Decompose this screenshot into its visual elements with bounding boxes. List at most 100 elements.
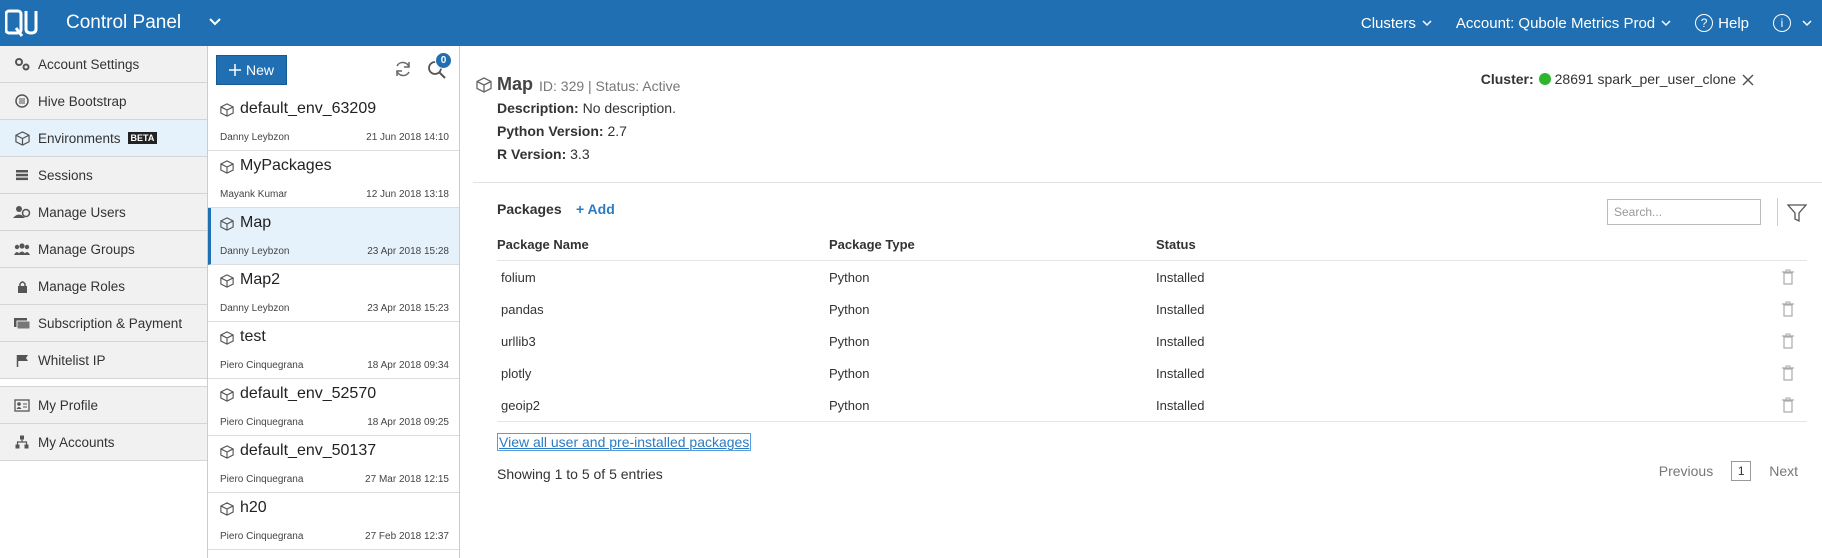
table-row: plotly Python Installed xyxy=(497,357,1807,389)
refresh-icon[interactable] xyxy=(393,59,413,79)
profile-icon xyxy=(12,398,32,412)
environment-list: default_env_63209 Danny Leybzon 21 Jun 2… xyxy=(208,94,459,550)
accounts-icon xyxy=(12,435,32,449)
close-icon[interactable] xyxy=(1740,72,1756,88)
cube-icon xyxy=(476,77,492,93)
cube-icon xyxy=(220,160,234,174)
beta-badge: BETA xyxy=(127,132,158,144)
sidebar-item-hive-bootstrap[interactable]: Hive Bootstrap xyxy=(0,83,207,120)
environment-date: 18 Apr 2018 09:34 xyxy=(367,360,449,371)
cube-icon xyxy=(220,331,234,345)
filter-icon[interactable] xyxy=(1787,203,1807,223)
environment-name: Map2 xyxy=(240,271,281,288)
trash-icon[interactable] xyxy=(1781,333,1795,349)
column-header-package-type[interactable]: Package Type xyxy=(829,237,915,252)
chevron-down-icon xyxy=(1802,20,1812,27)
environment-title: Map xyxy=(497,74,533,94)
clusters-menu[interactable]: Clusters xyxy=(1361,15,1432,32)
sidebar-item-manage-users[interactable]: Manage Users xyxy=(0,194,207,231)
cluster-value: 28691 spark_per_user_clone xyxy=(1554,71,1736,87)
previous-page-button[interactable]: Previous xyxy=(1659,463,1713,479)
entries-summary: Showing 1 to 5 of 5 entries xyxy=(497,466,663,482)
sidebar-item-sessions[interactable]: Sessions xyxy=(0,157,207,194)
flag-icon xyxy=(12,354,32,367)
cube-icon xyxy=(220,103,234,117)
cube-icon xyxy=(220,274,234,288)
environment-name: h20 xyxy=(240,499,267,516)
sidebar-divider xyxy=(0,379,207,387)
sidebar-item-environments[interactable]: Environments BETA xyxy=(0,120,207,157)
sidebar-item-subscription-payment[interactable]: Subscription & Payment xyxy=(0,305,207,342)
environment-item[interactable]: default_env_50137 Piero Cinquegrana 27 M… xyxy=(208,436,459,493)
add-package-button[interactable]: + Add xyxy=(576,201,615,217)
sidebar-item-my-profile[interactable]: My Profile xyxy=(0,387,207,424)
sessions-icon xyxy=(12,169,32,181)
view-all-packages-link[interactable]: View all user and pre-installed packages xyxy=(497,433,752,451)
plus-icon xyxy=(228,64,241,76)
lock-icon xyxy=(12,280,32,293)
next-page-button[interactable]: Next xyxy=(1769,463,1798,479)
packages-title: Packages xyxy=(497,201,562,217)
info-menu[interactable]: i xyxy=(1773,14,1812,32)
sidebar-item-manage-groups[interactable]: Manage Groups xyxy=(0,231,207,268)
payment-icon xyxy=(12,316,32,330)
environment-date: 23 Apr 2018 15:23 xyxy=(367,303,449,314)
environment-date: 18 Apr 2018 09:25 xyxy=(367,417,449,428)
environment-date: 23 Apr 2018 15:28 xyxy=(367,246,449,257)
trash-icon[interactable] xyxy=(1781,397,1795,413)
environment-user: Danny Leybzon xyxy=(220,303,290,314)
environment-item[interactable]: Map2 Danny Leybzon 23 Apr 2018 15:23 xyxy=(208,265,459,322)
help-link[interactable]: ? Help xyxy=(1695,14,1749,32)
pagination: Previous 1 Next xyxy=(1659,461,1798,481)
r-version-line: R Version: 3.3 xyxy=(497,146,590,162)
chevron-down-icon[interactable] xyxy=(207,14,223,30)
environment-user: Danny Leybzon xyxy=(220,246,290,257)
environment-name: test xyxy=(240,328,266,345)
cube-icon xyxy=(220,217,234,231)
sidebar-item-account-settings[interactable]: Account Settings xyxy=(0,46,207,83)
table-row: geoip2 Python Installed xyxy=(497,389,1807,421)
environment-item[interactable]: test Piero Cinquegrana 18 Apr 2018 09:34 xyxy=(208,322,459,379)
qubole-logo-icon[interactable] xyxy=(5,9,41,37)
account-menu[interactable]: Account: Qubole Metrics Prod xyxy=(1456,15,1671,32)
sidebar-item-manage-roles[interactable]: Manage Roles xyxy=(0,268,207,305)
environment-user: Mayank Kumar xyxy=(220,189,288,200)
environment-item[interactable]: default_env_52570 Piero Cinquegrana 18 A… xyxy=(208,379,459,436)
environment-list-panel: New 0 default_env_63209 Danny Leybzon 21… xyxy=(208,46,460,558)
environment-name: default_env_52570 xyxy=(240,385,377,402)
table-footer-line xyxy=(497,421,1807,422)
trash-icon[interactable] xyxy=(1781,301,1795,317)
environment-date: 27 Feb 2018 12:37 xyxy=(365,531,449,542)
environment-item[interactable]: h20 Piero Cinquegrana 27 Feb 2018 12:37 xyxy=(208,493,459,550)
environment-user: Piero Cinquegrana xyxy=(220,417,304,428)
section-divider xyxy=(473,182,1822,183)
column-header-status[interactable]: Status xyxy=(1156,237,1196,252)
environment-item[interactable]: default_env_63209 Danny Leybzon 21 Jun 2… xyxy=(208,94,459,151)
sidebar: Account Settings Hive Bootstrap Environm… xyxy=(0,46,208,558)
sidebar-item-my-accounts[interactable]: My Accounts xyxy=(0,424,207,461)
environment-date: 12 Jun 2018 13:18 xyxy=(366,189,449,200)
table-row: folium Python Installed xyxy=(497,261,1807,293)
trash-icon[interactable] xyxy=(1781,269,1795,285)
column-header-package-name[interactable]: Package Name xyxy=(497,237,589,252)
new-environment-button[interactable]: New xyxy=(216,55,287,85)
sidebar-item-whitelist-ip[interactable]: Whitelist IP xyxy=(0,342,207,379)
environment-item-selected[interactable]: Map Danny Leybzon 23 Apr 2018 15:28 xyxy=(208,208,459,265)
page-number-button[interactable]: 1 xyxy=(1731,461,1752,481)
environment-user: Danny Leybzon xyxy=(220,132,290,143)
package-search-input[interactable] xyxy=(1607,199,1761,225)
environment-user: Piero Cinquegrana xyxy=(220,531,304,542)
environment-item[interactable]: MyPackages Mayank Kumar 12 Jun 2018 13:1… xyxy=(208,151,459,208)
environment-date: 21 Jun 2018 14:10 xyxy=(366,132,449,143)
question-circle-icon: ? xyxy=(1695,14,1714,32)
environment-name: Map xyxy=(240,214,272,231)
cube-icon xyxy=(220,388,234,402)
python-version-line: Python Version: 2.7 xyxy=(497,123,627,139)
app-title: Control Panel xyxy=(66,12,182,33)
cube-icon xyxy=(220,502,234,516)
trash-icon[interactable] xyxy=(1781,365,1795,381)
chevron-down-icon xyxy=(1661,20,1671,27)
environment-name: default_env_50137 xyxy=(240,442,377,459)
environment-name: default_env_63209 xyxy=(240,100,377,117)
cube-icon xyxy=(220,445,234,459)
